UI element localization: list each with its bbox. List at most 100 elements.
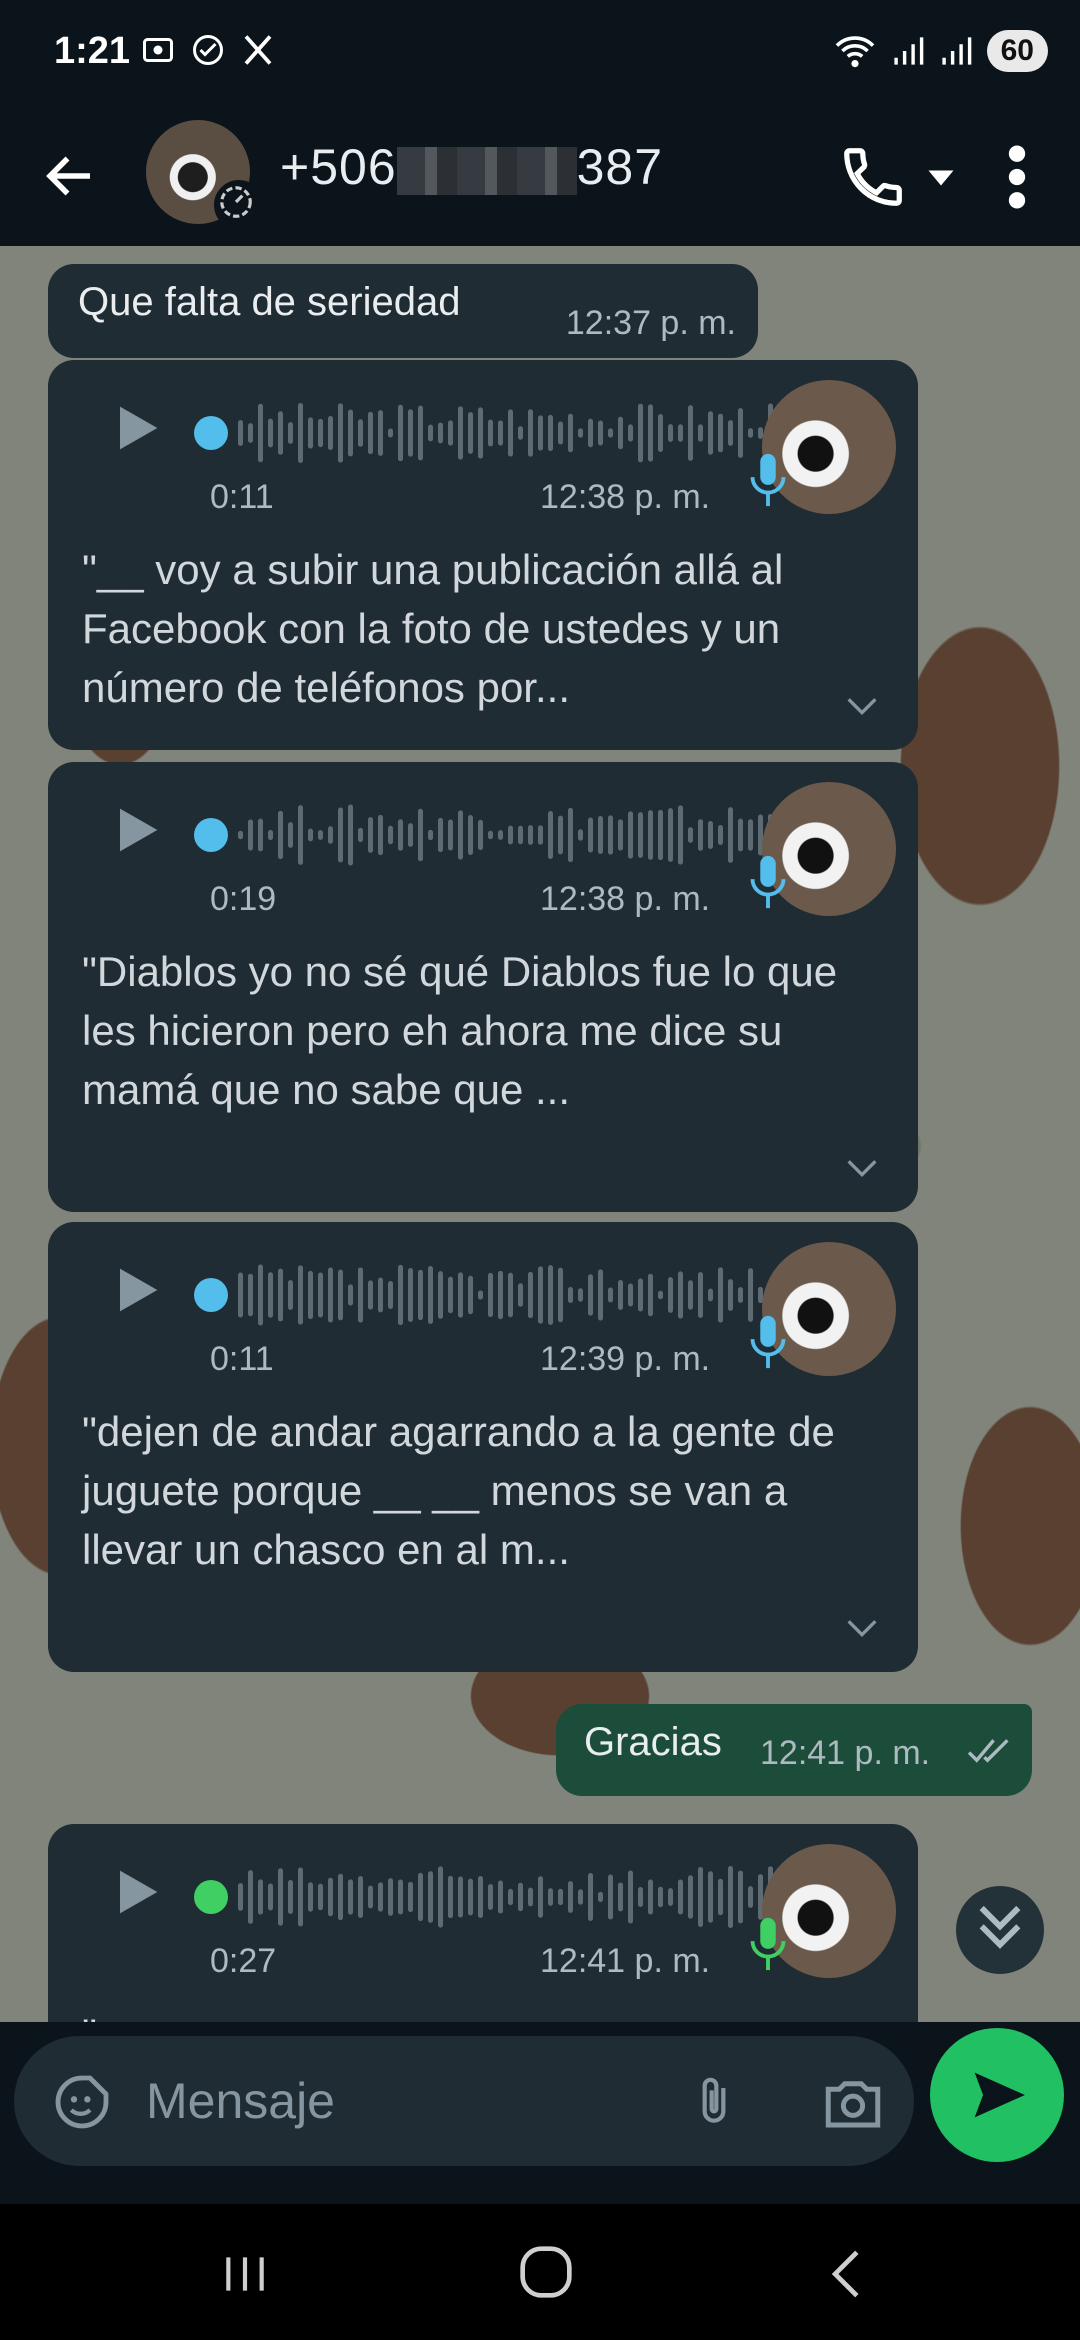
waveform-bar xyxy=(428,424,433,442)
message-input[interactable]: Mensaje xyxy=(146,2072,335,2130)
voice-message[interactable]: 0:19 12:38 p. m. "Diablos yo no sé qué D… xyxy=(48,762,918,1212)
contact-avatar[interactable] xyxy=(146,120,264,230)
chevron-down-icon[interactable] xyxy=(926,166,956,190)
double-chevron-down-icon xyxy=(979,1905,1021,1949)
voice-transcript: "__ voy a subir una publicación allá al … xyxy=(82,546,784,711)
microphone-icon xyxy=(750,1917,786,1971)
waveform-bar xyxy=(408,1267,413,1323)
waveform[interactable] xyxy=(238,1864,778,1930)
waveform-bar xyxy=(698,424,703,442)
camera-icon[interactable] xyxy=(820,2074,886,2132)
waveform-bar xyxy=(618,416,623,450)
chat-area[interactable]: Que falta de seriedad 12:37 p. m. 0:11 1… xyxy=(0,246,1080,2022)
play-icon[interactable] xyxy=(104,1258,168,1322)
phone-call-icon[interactable] xyxy=(838,142,908,212)
signal-icon xyxy=(894,37,923,65)
scroll-to-bottom-button[interactable] xyxy=(956,1886,1044,1974)
message-text: Que falta de seriedad xyxy=(78,280,461,324)
read-receipt-icon xyxy=(967,1739,1009,1763)
attach-icon[interactable] xyxy=(686,2070,742,2134)
waveform-bar xyxy=(718,825,723,845)
waveform-bar xyxy=(328,1267,333,1323)
waveform-bar xyxy=(308,828,313,842)
expand-chevron-icon[interactable] xyxy=(846,1618,878,1638)
more-options-icon[interactable] xyxy=(1002,142,1032,212)
waveform-bar xyxy=(298,1265,303,1325)
play-icon[interactable] xyxy=(104,1860,168,1924)
outgoing-text-message[interactable]: Gracias 12:41 p. m. xyxy=(556,1704,1032,1796)
waveform-bar xyxy=(648,1273,653,1317)
waveform-bar xyxy=(458,1272,463,1318)
waveform-bar xyxy=(438,422,443,444)
waveform-bar xyxy=(618,1279,623,1311)
waveform-bar xyxy=(238,1272,243,1318)
expand-chevron-icon[interactable] xyxy=(846,696,878,716)
waveform-bar xyxy=(488,419,493,447)
waveform-bar xyxy=(658,1290,663,1300)
message-time: 12:38 p. m. xyxy=(540,880,711,918)
waveform[interactable] xyxy=(238,802,778,868)
waveform-bar xyxy=(358,419,363,447)
play-icon[interactable] xyxy=(104,396,168,460)
waveform-bar xyxy=(478,1290,483,1300)
send-button[interactable] xyxy=(930,2028,1064,2162)
waveform-bar xyxy=(288,822,293,848)
message-input-container[interactable]: Mensaje xyxy=(14,2036,914,2166)
waveform-bar xyxy=(338,1873,343,1921)
playback-dot[interactable] xyxy=(194,818,228,852)
waveform-bar xyxy=(408,823,413,847)
waveform-bar xyxy=(358,827,363,843)
sticker-emoji-icon[interactable] xyxy=(50,2070,114,2134)
waveform-bar xyxy=(538,825,543,845)
waveform-bar xyxy=(408,409,413,457)
waveform-bar xyxy=(398,1879,403,1915)
play-icon[interactable] xyxy=(104,798,168,862)
waveform-bar xyxy=(708,1288,713,1302)
waveform-bar xyxy=(648,404,653,462)
waveform-bar xyxy=(468,412,473,454)
waveform-bar xyxy=(638,403,643,463)
voice-message[interactable]: 0:11 12:39 p. m. "dejen de andar agarran… xyxy=(48,1222,918,1672)
incoming-text-message[interactable]: Que falta de seriedad 12:37 p. m. xyxy=(48,264,758,358)
waveform-bar xyxy=(728,807,733,863)
home-icon[interactable] xyxy=(518,2244,574,2300)
waveform-bar xyxy=(268,829,273,841)
back-arrow-icon[interactable] xyxy=(40,146,100,206)
message-time: 12:38 p. m. xyxy=(540,478,711,516)
waveform-bar xyxy=(728,1279,733,1311)
waveform-bar xyxy=(248,819,253,851)
waveform-bar xyxy=(698,1866,703,1928)
waveform-bar xyxy=(358,1267,363,1323)
waveform-bar xyxy=(258,1264,263,1326)
waveform-bar xyxy=(388,825,393,845)
waveform-bar xyxy=(538,415,543,451)
voice-message[interactable]: 0:27 12:41 p. m. " xyxy=(48,1824,918,2022)
waveform[interactable] xyxy=(238,400,778,466)
waveform-bar xyxy=(698,1272,703,1318)
waveform-bar xyxy=(388,1280,393,1310)
voice-duration: 0:19 xyxy=(210,880,277,918)
voice-duration: 0:11 xyxy=(210,478,274,516)
voice-message[interactable]: 0:11 12:38 p. m. "__ voy a subir una pub… xyxy=(48,360,918,750)
status-time: 1:21 xyxy=(54,30,131,72)
waveform[interactable] xyxy=(238,1262,778,1328)
waveform-bar xyxy=(588,418,593,448)
back-icon[interactable] xyxy=(826,2248,866,2300)
waveform-bar xyxy=(668,1888,673,1906)
contact-number-suffix: 387 xyxy=(576,139,664,195)
waveform-bar xyxy=(648,810,653,860)
playback-dot-unplayed[interactable] xyxy=(194,1880,228,1914)
waveform-bar xyxy=(278,411,283,455)
redacted-digits xyxy=(396,146,577,195)
voice-duration: 0:11 xyxy=(210,1340,274,1378)
waveform-bar xyxy=(498,1880,503,1914)
waveform-bar xyxy=(688,1280,693,1310)
recent-apps-icon[interactable] xyxy=(220,2252,270,2296)
waveform-bar xyxy=(578,1288,583,1302)
contact-name[interactable]: +506 387 xyxy=(280,138,663,196)
waveform-bar xyxy=(438,817,443,853)
playback-dot[interactable] xyxy=(194,1278,228,1312)
expand-chevron-icon[interactable] xyxy=(846,1158,878,1178)
waveform-bar xyxy=(368,411,373,455)
playback-dot[interactable] xyxy=(194,416,228,450)
